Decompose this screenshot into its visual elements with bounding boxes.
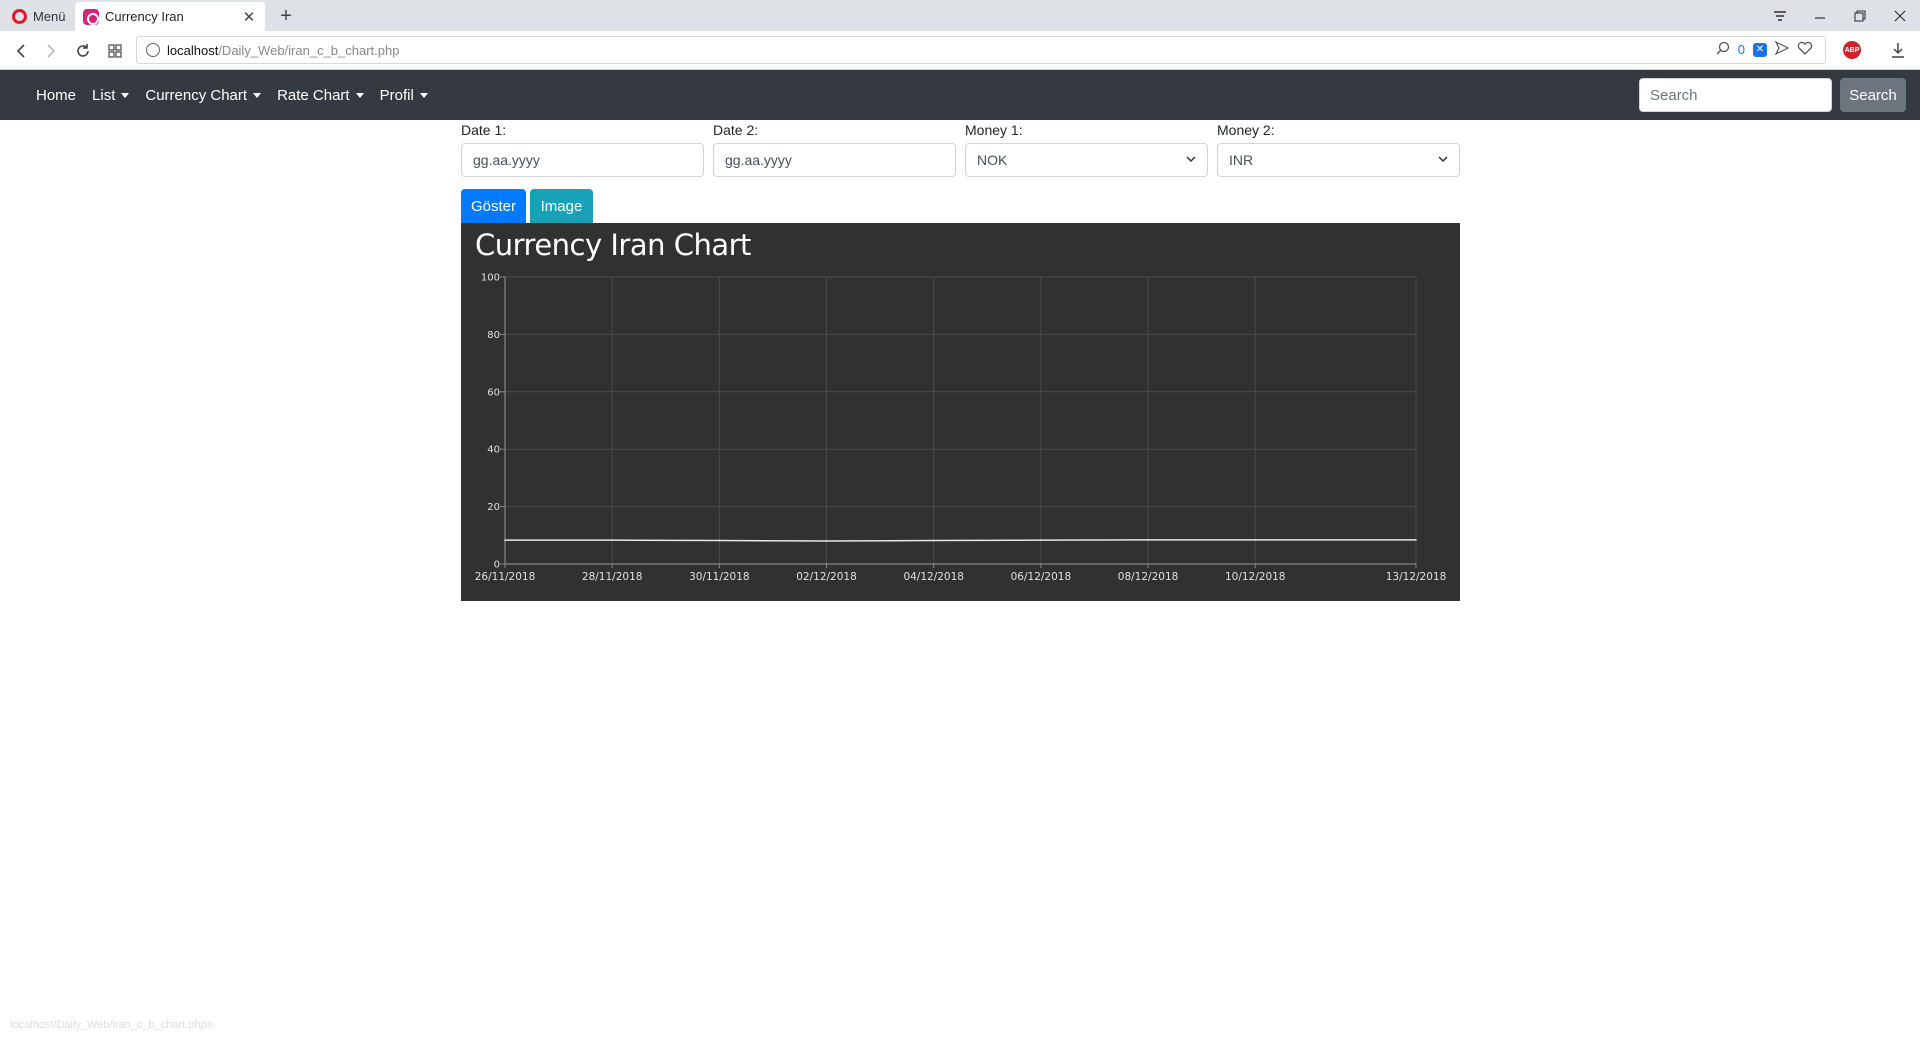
navbar-search-input[interactable]: Search: [1639, 78, 1832, 112]
x-tick-label: 26/11/2018: [475, 571, 536, 583]
nav-rate-chart-label: Rate Chart: [277, 86, 350, 104]
date2-group: Date 2: gg.aa.yyyy: [713, 122, 956, 177]
date1-placeholder: gg.aa.yyyy: [473, 152, 540, 168]
date2-input[interactable]: gg.aa.yyyy: [713, 143, 956, 177]
restore-window-icon[interactable]: [1840, 0, 1880, 31]
caret-down-icon: [419, 92, 428, 98]
y-tick-label: 20: [487, 502, 500, 513]
close-window-icon[interactable]: [1880, 0, 1920, 31]
series-line: [505, 539, 1416, 542]
y-tick-label: 40: [487, 445, 500, 456]
send-icon[interactable]: [1774, 40, 1790, 58]
y-tick-label: 100: [481, 273, 500, 284]
globe-icon: [146, 43, 160, 57]
browser-tab-bar: Menü Currency Iran ✕ +: [0, 0, 1920, 31]
chevron-down-icon: [1438, 154, 1448, 166]
nav-rate-chart[interactable]: Rate Chart: [269, 87, 372, 104]
forward-icon[interactable]: [38, 38, 64, 64]
money1-group: Money 1: NOK: [965, 122, 1208, 177]
date2-label: Date 2:: [713, 122, 759, 138]
caret-down-icon: [253, 92, 262, 98]
browser-tab-title: Currency Iran: [105, 9, 184, 24]
site-navbar: Home List Currency Chart Rate Chart Prof…: [0, 70, 1920, 120]
x-tick-label: 08/12/2018: [1118, 571, 1179, 583]
x-tick-label: 04/12/2018: [903, 571, 964, 583]
chart-panel: Currency Iran Chart 0 20 40 60 80 100 26/11/20…: [461, 223, 1460, 601]
url-field[interactable]: localhost/Daily_Web/iran_c_b_chart.php 0…: [136, 36, 1826, 64]
minimize-window-icon[interactable]: [1800, 0, 1840, 31]
date1-label: Date 1:: [461, 122, 507, 138]
url-path: /Daily_Web/iran_c_b_chart.php: [218, 42, 400, 58]
url-host: localhost: [167, 42, 219, 58]
money2-select[interactable]: INR: [1217, 143, 1460, 177]
y-tick-label: 0: [494, 560, 500, 571]
tracker-count: 0: [1737, 42, 1745, 57]
browser-address-bar: localhost/Daily_Web/iran_c_b_chart.php 0…: [0, 31, 1920, 70]
data-point: [1415, 539, 1417, 541]
browser-tab-active[interactable]: Currency Iran ✕: [75, 2, 265, 31]
speed-dial-icon[interactable]: [102, 38, 128, 64]
image-button[interactable]: Image: [530, 189, 593, 223]
show-button[interactable]: Göster: [461, 189, 526, 223]
data-point: [1147, 539, 1149, 541]
data-point: [1040, 539, 1042, 541]
nav-currency-chart-label: Currency Chart: [145, 86, 248, 104]
data-point: [825, 540, 828, 542]
data-point: [1254, 539, 1257, 541]
date2-placeholder: gg.aa.yyyy: [725, 152, 792, 168]
chevron-down-icon: [1186, 154, 1196, 166]
nav-home[interactable]: Home: [28, 87, 84, 104]
money1-label: Money 1:: [965, 122, 1023, 138]
tab-menu-icon[interactable]: [1760, 0, 1800, 31]
nav-home-label: Home: [36, 86, 77, 104]
data-point: [504, 539, 506, 541]
new-tab-button[interactable]: +: [274, 4, 298, 28]
currency-line-chart: 0 20 40 60 80 100 26/11/2018 28/11/2018 30/11/20…: [475, 273, 1447, 584]
nav-list[interactable]: List: [84, 87, 137, 104]
data-point: [718, 539, 721, 542]
close-tab-icon[interactable]: ✕: [241, 9, 257, 26]
date1-input[interactable]: gg.aa.yyyy: [461, 143, 704, 177]
x-tick-label: 10/12/2018: [1225, 571, 1286, 583]
adblock-plus-icon[interactable]: ABP: [1843, 41, 1861, 59]
vpn-badge-icon[interactable]: ✕: [1753, 42, 1767, 57]
reload-icon[interactable]: [70, 38, 96, 64]
opera-logo-icon: [12, 8, 27, 24]
navbar-search-button[interactable]: Search: [1840, 78, 1906, 112]
download-icon[interactable]: [1887, 39, 1909, 61]
data-point: [611, 539, 613, 541]
y-tick-label: 80: [487, 330, 500, 341]
x-tick-label: 06/12/2018: [1011, 571, 1072, 583]
x-tick-label: 02/12/2018: [796, 571, 857, 583]
money2-label: Money 2:: [1217, 122, 1275, 138]
nav-profil[interactable]: Profil: [372, 87, 436, 104]
browser-menu-button[interactable]: Menü: [6, 4, 72, 28]
date1-group: Date 1: gg.aa.yyyy: [461, 122, 704, 177]
data-point: [932, 539, 935, 542]
back-icon[interactable]: [8, 38, 34, 64]
money1-value: NOK: [977, 152, 1008, 168]
money1-select[interactable]: NOK: [965, 143, 1208, 177]
x-tick-label: 28/11/2018: [582, 571, 643, 583]
x-tick-label: 13/12/2018: [1386, 571, 1447, 583]
money2-group: Money 2: INR: [1217, 122, 1460, 177]
status-bar-url: localhost/Daily_Web/iran_c_b_chart.php#: [10, 1019, 213, 1031]
nav-currency-chart[interactable]: Currency Chart: [137, 87, 269, 104]
nav-profil-label: Profil: [379, 86, 414, 104]
y-tick-label: 60: [487, 387, 500, 398]
browser-menu-label: Menü: [33, 8, 66, 24]
caret-down-icon: [355, 92, 364, 98]
x-tick-label: 30/11/2018: [689, 571, 750, 583]
money2-value: INR: [1229, 152, 1254, 168]
site-favicon-icon: [83, 8, 99, 25]
search-icon[interactable]: [1716, 41, 1730, 58]
heart-icon[interactable]: [1797, 41, 1813, 58]
caret-down-icon: [121, 92, 130, 98]
nav-list-label: List: [92, 86, 116, 104]
